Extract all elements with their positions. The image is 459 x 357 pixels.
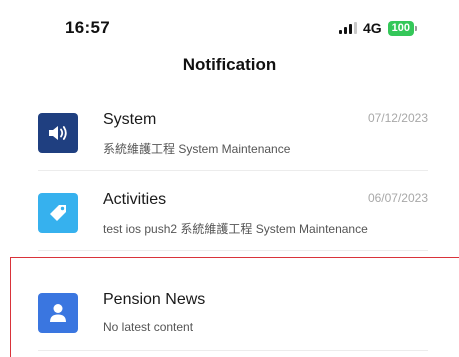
notification-date: 06/07/2023 [367,191,428,205]
status-indicators: 4G 100 [338,20,417,36]
divider [38,170,428,171]
notification-item-system[interactable]: System 07/12/2023 系統維護工程 System Maintena… [38,95,428,171]
notification-item-activities[interactable]: Activities 06/07/2023 test ios push2 系統維… [38,175,428,251]
page-title: Notification [182,55,277,74]
speaker-icon [38,113,78,153]
battery-icon: 100 [387,20,417,36]
notification-date: 07/12/2023 [367,111,428,125]
notification-subtitle: test ios push2 系統維護工程 System Maintenance [103,222,368,236]
highlight-frame [10,257,459,357]
notification-subtitle: 系統維護工程 System Maintenance [103,142,291,156]
battery-level: 100 [387,20,414,36]
network-type: 4G [362,20,382,36]
divider [38,250,428,251]
status-bar: 16:57 4G 100 [0,0,459,44]
status-time: 16:57 [65,18,110,37]
notification-title: Activities [103,191,167,208]
tag-icon [38,193,78,233]
signal-strength-icon [338,22,357,34]
notification-title: System [103,111,157,128]
